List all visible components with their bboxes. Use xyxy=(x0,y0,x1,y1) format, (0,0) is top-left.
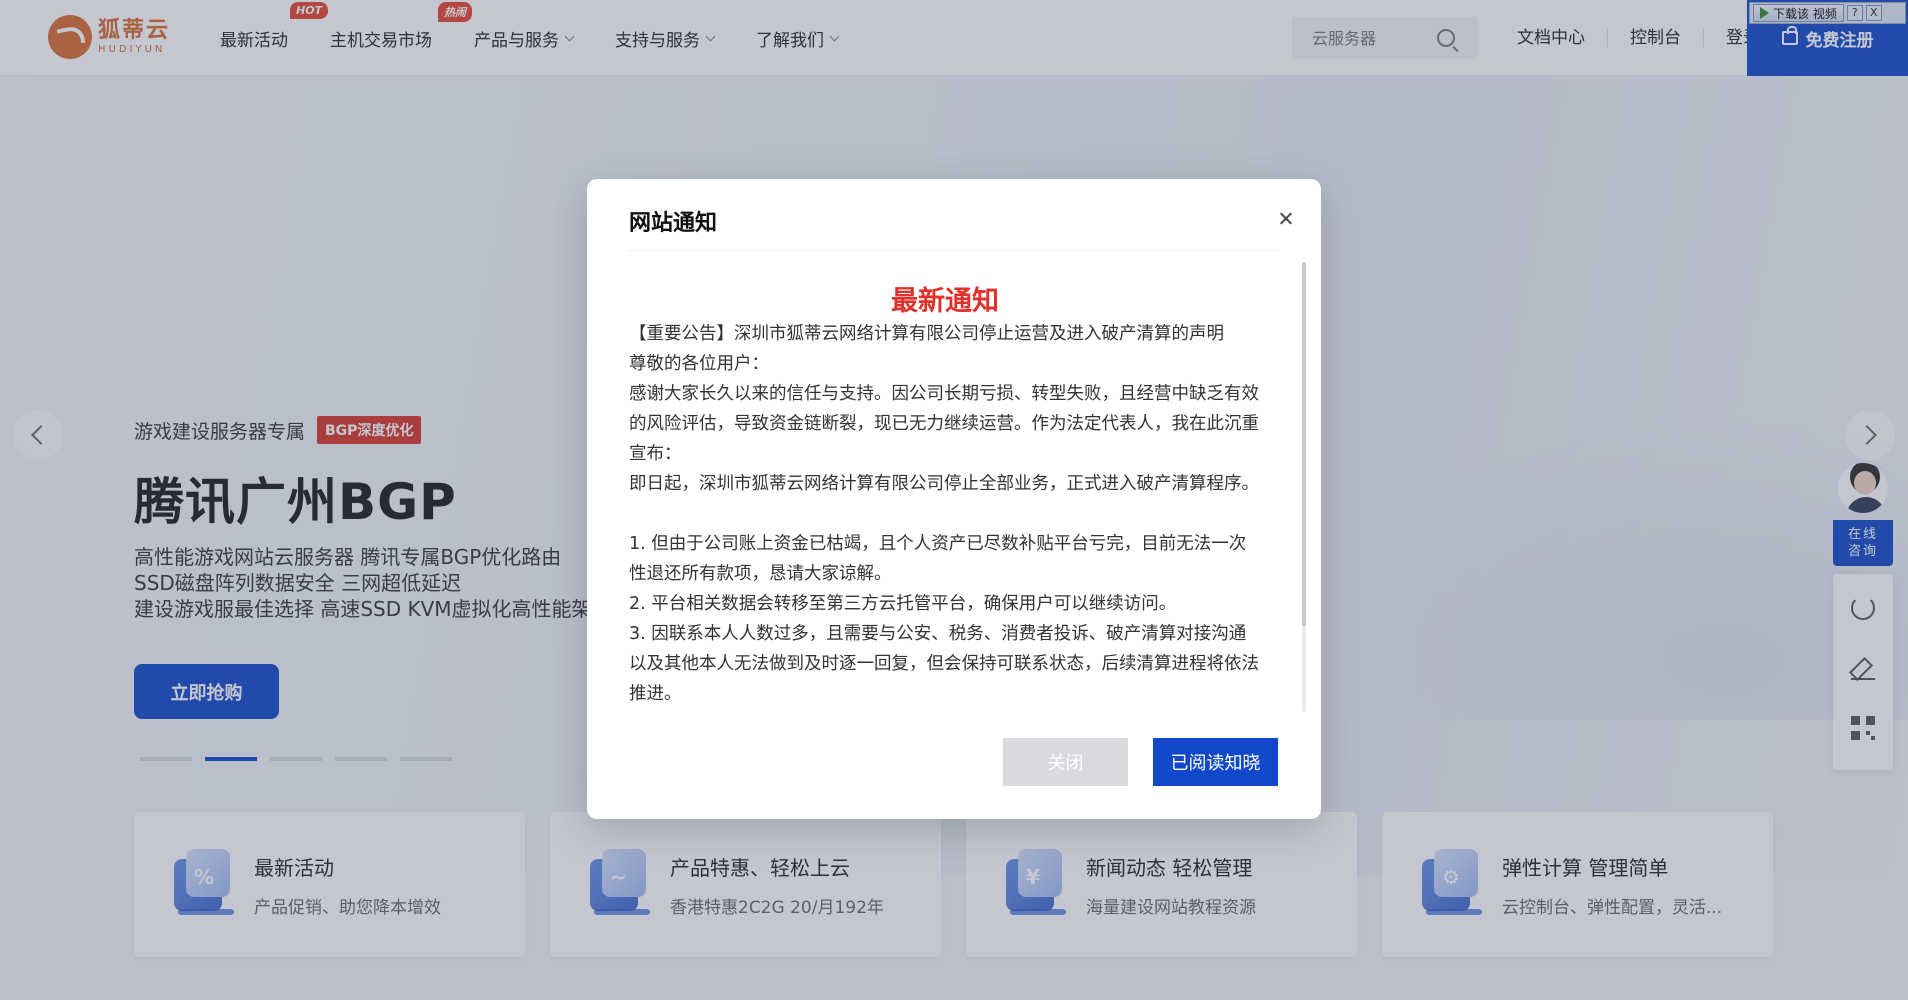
notice-text: 【重要公告】深圳市狐蒂云网络计算有限公司停止运营及进入破产清算的声明 尊敬的各位… xyxy=(629,319,1261,705)
notice-heading: 最新通知 xyxy=(891,286,999,317)
notice-paragraph: 即日起，深圳市狐蒂云网络计算有限公司停止全部业务，正式进入破产清算程序。 xyxy=(629,474,1259,494)
modal-body: 最新通知 【重要公告】深圳市狐蒂云网络计算有限公司停止运营及进入破产清算的声明 … xyxy=(629,285,1261,705)
close-icon[interactable] xyxy=(1275,208,1297,230)
notice-item: 1. 但由于公司账上资金已枯竭，且个人资产已尽数补贴平台亏完，目前无法一次性退还… xyxy=(629,534,1247,584)
scrollbar-thumb[interactable] xyxy=(1302,262,1306,626)
modal-header: 网站通知 xyxy=(629,201,1279,251)
notice-item: 2. 平台相关数据会转移至第三方云托管平台，确保用户可以继续访问。 xyxy=(629,594,1177,614)
notice-paragraph: 感谢大家长久以来的信任与支持。因公司长期亏损、转型失败，且经营中缺乏有效的风险评… xyxy=(629,384,1259,464)
close-button[interactable]: 关闭 xyxy=(1003,738,1128,786)
notice-paragraph: 【重要公告】深圳市狐蒂云网络计算有限公司停止运营及进入破产清算的声明 xyxy=(629,324,1224,344)
modal-title: 网站通知 xyxy=(629,211,718,236)
notice-item: 3. 因联系本人人数过多，且需要与公安、税务、消费者投诉、破产清算对接沟通以及其… xyxy=(629,624,1259,704)
acknowledge-button[interactable]: 已阅读知晓 xyxy=(1153,738,1278,786)
modal-scrollbar[interactable] xyxy=(1302,262,1306,712)
notice-paragraph: 尊敬的各位用户： xyxy=(629,354,769,374)
